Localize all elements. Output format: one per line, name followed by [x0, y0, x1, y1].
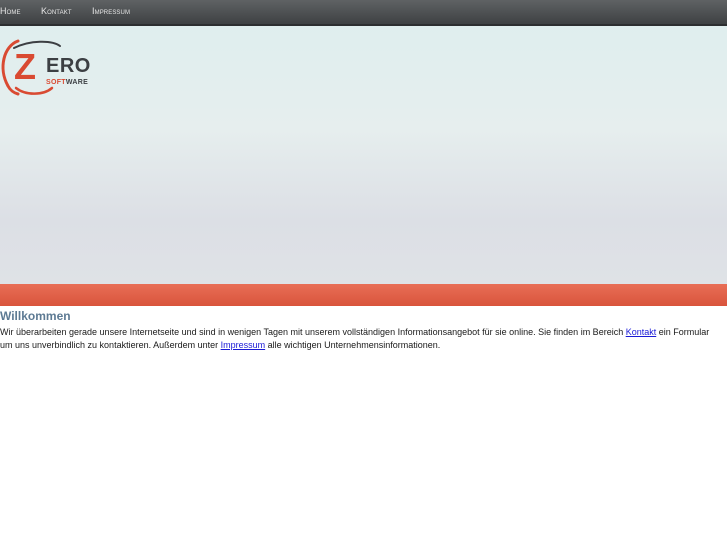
- top-navigation: Home Kontakt Impressum: [0, 0, 727, 26]
- impressum-link[interactable]: Impressum: [221, 340, 266, 350]
- main-content: Willkommen Wir überarbeiten gerade unser…: [0, 309, 724, 352]
- nav-link-impressum[interactable]: Impressum: [92, 6, 130, 16]
- logo-wordmark: ERO: [46, 55, 91, 77]
- logo-subtitle-rest: WARE: [65, 79, 89, 86]
- intro-text-3: alle wichtigen Unternehmensinformationen…: [265, 340, 441, 350]
- logo-letter-z: Z: [14, 46, 36, 87]
- nav-link-home[interactable]: Home: [0, 6, 21, 16]
- accent-bar: [0, 284, 727, 306]
- logo-subtitle-accent: SOFT: [46, 79, 66, 86]
- kontakt-link[interactable]: Kontakt: [626, 327, 657, 337]
- logo-subtitle: SOFTWARE: [46, 79, 88, 87]
- intro-paragraph: Wir überarbeiten gerade unsere Internets…: [0, 326, 724, 352]
- nav-link-kontakt[interactable]: Kontakt: [41, 6, 72, 16]
- page-title: Willkommen: [0, 309, 71, 323]
- intro-text-1: Wir überarbeiten gerade unsere Internets…: [0, 327, 626, 337]
- zero-software-logo[interactable]: Z ERO SOFTWARE: [0, 38, 120, 98]
